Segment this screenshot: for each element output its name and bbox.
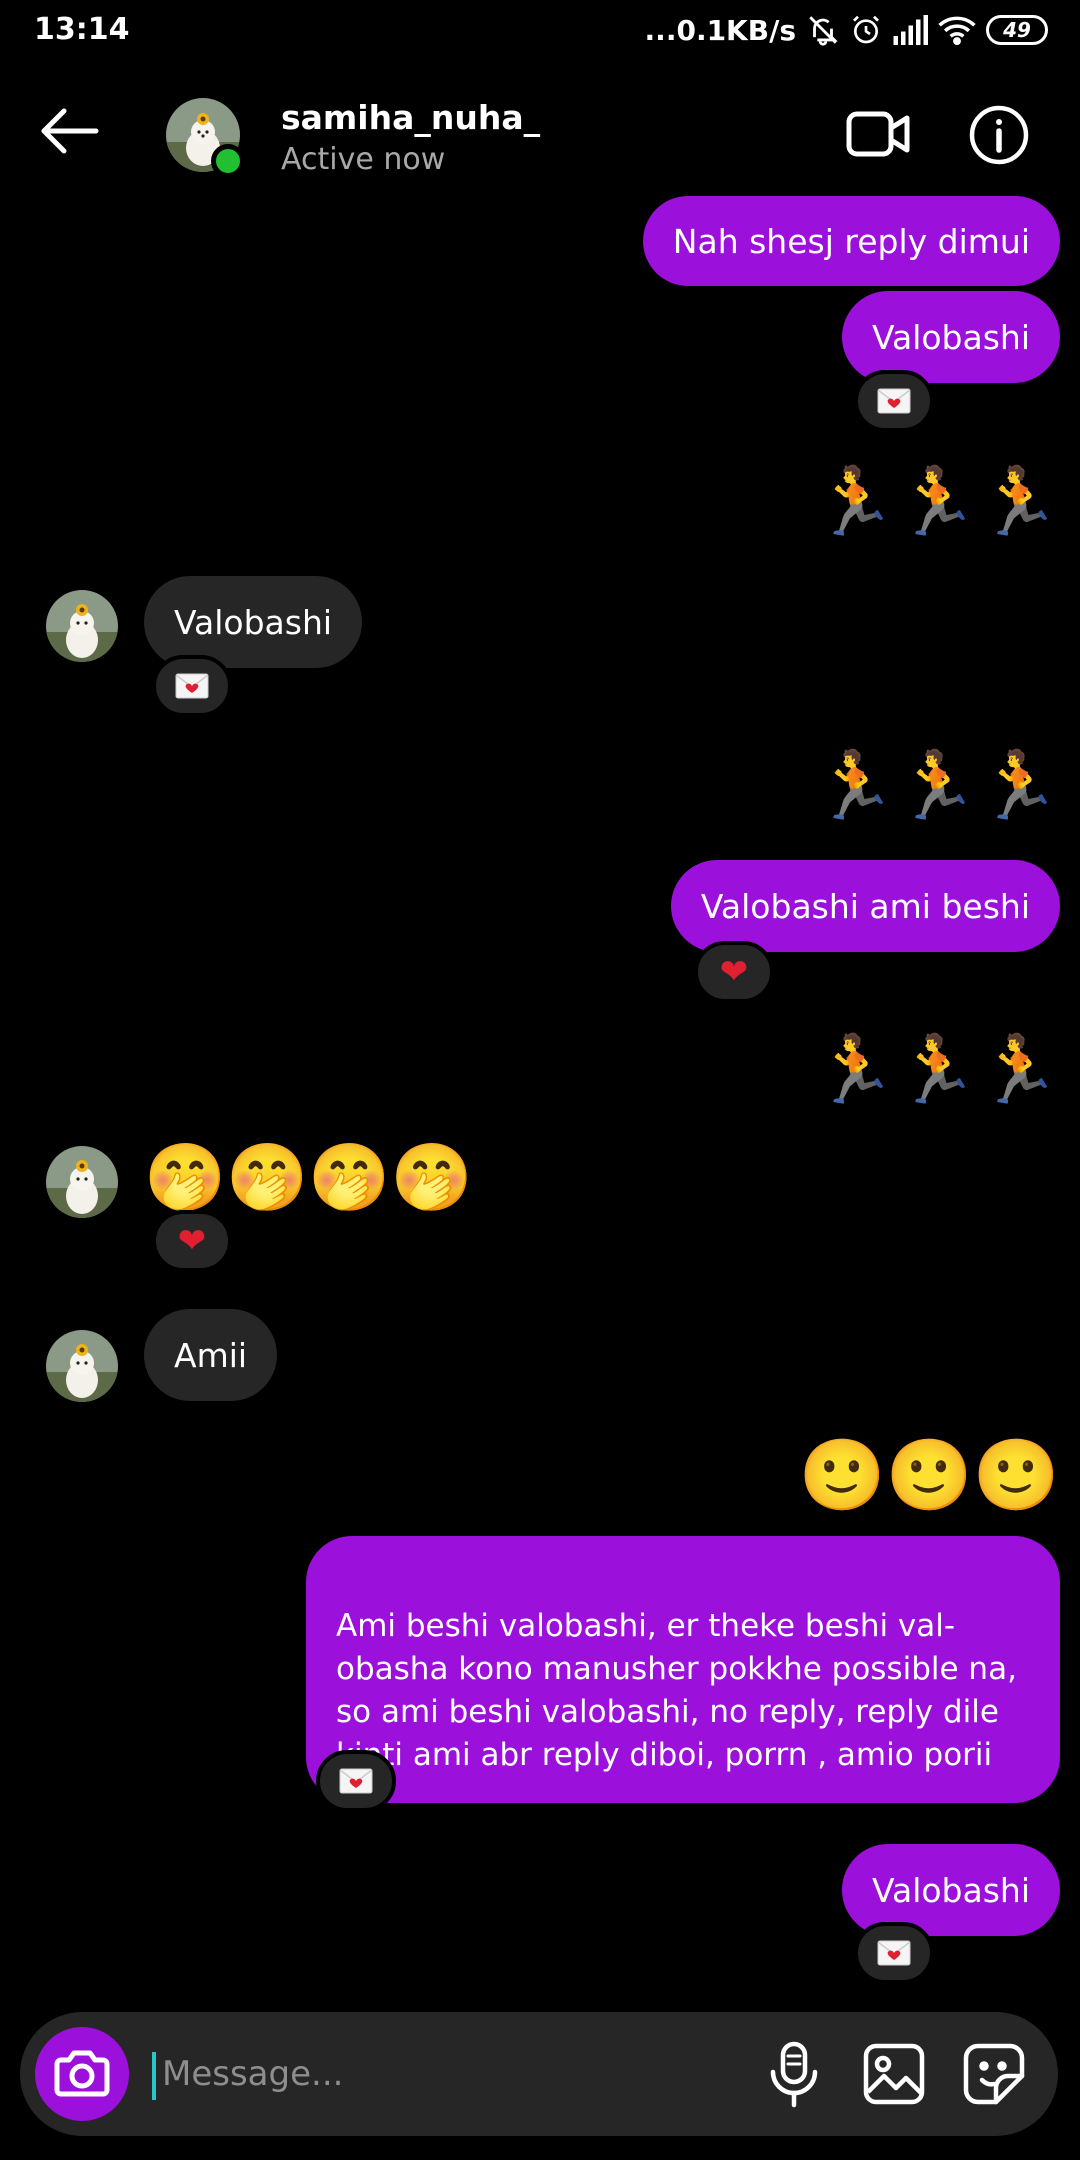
message-text: Ami beshi valobashi, er theke beshi val-… xyxy=(336,1608,1017,1773)
back-arrow-icon[interactable] xyxy=(38,106,100,156)
sender-avatar[interactable] xyxy=(46,1330,118,1402)
message-text: Amii xyxy=(174,1335,248,1375)
camera-icon xyxy=(54,2050,110,2097)
reaction-badge[interactable] xyxy=(854,370,934,432)
status-time: 13:14 xyxy=(34,12,130,47)
battery-level: 49 xyxy=(1003,18,1031,42)
microphone-icon[interactable] xyxy=(756,2036,832,2112)
message-bubble-outgoing[interactable]: Valobashi xyxy=(841,1844,1060,1936)
gallery-icon[interactable] xyxy=(856,2036,932,2112)
info-icon[interactable] xyxy=(968,104,1030,166)
emoji-message-outgoing[interactable]: 🏃🏃🏃 xyxy=(813,462,1060,542)
message-text: Valobashi xyxy=(871,1870,1030,1910)
message-bubble-outgoing[interactable]: Nah shesj reply dimui xyxy=(642,196,1060,286)
message-text: Valobashi ami beshi xyxy=(700,886,1030,926)
message-bubble-incoming[interactable]: Amii xyxy=(144,1309,278,1401)
emoji-message-outgoing[interactable]: 🙂🙂🙂 xyxy=(799,1430,1060,1520)
emoji-message-incoming[interactable]: 🤭🤭🤭🤭 xyxy=(144,1138,473,1218)
video-call-icon[interactable] xyxy=(846,108,910,160)
reaction-badge[interactable] xyxy=(316,1750,396,1812)
contact-status: Active now xyxy=(281,142,446,177)
emoji-text: 🏃🏃🏃 xyxy=(813,747,1060,824)
love-letter-icon xyxy=(877,388,911,414)
emoji-text: 🏃🏃🏃 xyxy=(813,463,1060,540)
message-composer xyxy=(20,2012,1058,2136)
emoji-message-outgoing[interactable]: 🏃🏃🏃 xyxy=(813,1030,1060,1110)
sender-avatar[interactable] xyxy=(46,590,118,662)
love-letter-icon xyxy=(175,673,209,699)
reaction-badge[interactable]: ❤ xyxy=(694,941,774,1003)
sticker-icon[interactable] xyxy=(956,2036,1032,2112)
alarm-icon xyxy=(853,15,879,44)
mute-icon xyxy=(809,16,838,46)
network-speed: ...0.1KB/s xyxy=(644,13,796,47)
camera-button[interactable] xyxy=(35,2027,129,2121)
status-icons: ...0.1KB/s 49 xyxy=(645,10,1048,50)
reaction-badge[interactable]: ❤ xyxy=(152,1210,232,1272)
heart-reaction-icon: ❤ xyxy=(177,1221,207,1261)
message-input[interactable] xyxy=(152,2042,712,2106)
heart-reaction-icon: ❤ xyxy=(719,952,749,992)
message-text: Nah shesj reply dimui xyxy=(672,221,1030,261)
emoji-text: 🙂🙂🙂 xyxy=(798,1434,1060,1516)
signal-icon xyxy=(893,15,928,45)
love-letter-icon xyxy=(339,1768,373,1794)
message-bubble-outgoing[interactable]: Valobashi xyxy=(841,291,1060,383)
online-indicator xyxy=(211,144,245,178)
love-letter-icon xyxy=(877,1940,911,1966)
message-bubble-outgoing[interactable]: Ami beshi valobashi, er theke beshi val-… xyxy=(306,1536,1060,1803)
reaction-badge[interactable] xyxy=(152,655,232,717)
message-bubble-incoming[interactable]: Valobashi xyxy=(144,576,363,668)
message-thread[interactable]: Nah shesj reply dimui Valobashi 🏃🏃🏃 Valo… xyxy=(0,196,1080,2000)
reaction-badge[interactable] xyxy=(854,1922,934,1984)
message-text: Valobashi xyxy=(174,602,333,642)
contact-name[interactable]: samiha_nuha_ xyxy=(281,98,540,137)
wifi-icon xyxy=(938,16,976,45)
chat-header: samiha_nuha_ Active now xyxy=(0,64,1080,206)
sender-avatar[interactable] xyxy=(46,1146,118,1218)
battery-icon: 49 xyxy=(986,15,1048,45)
emoji-text: 🤭🤭🤭🤭 xyxy=(144,1139,473,1216)
message-text: Valobashi xyxy=(871,317,1030,357)
message-bubble-outgoing[interactable]: Valobashi ami beshi xyxy=(670,860,1060,952)
emoji-text: 🏃🏃🏃 xyxy=(813,1031,1060,1108)
status-bar: 13:14 ...0.1KB/s 49 xyxy=(0,0,1080,64)
emoji-message-outgoing[interactable]: 🏃🏃🏃 xyxy=(813,746,1060,826)
